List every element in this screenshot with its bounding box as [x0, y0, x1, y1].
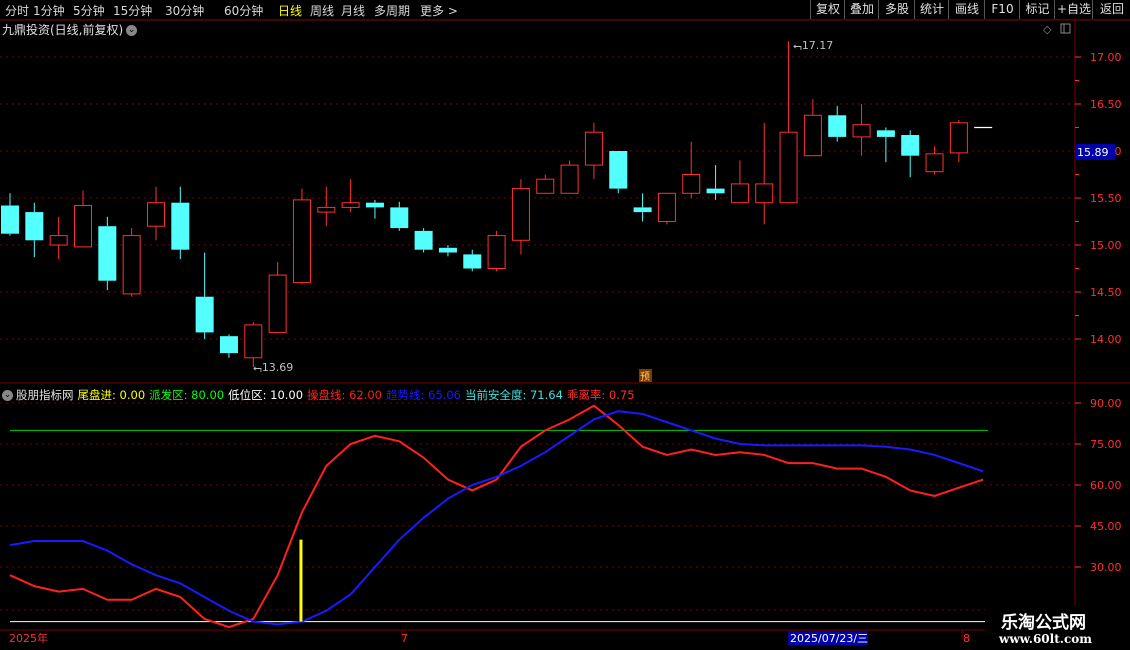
- series-line-blue: [9, 410, 984, 626]
- candle[interactable]: [560, 160, 579, 194]
- indicator-tick-label: 75.00: [1090, 438, 1122, 451]
- indicator-value-5: 当前安全度: 71.64: [464, 388, 563, 402]
- candle[interactable]: [901, 130, 920, 178]
- price-tick-label: 17.00: [1090, 51, 1122, 64]
- candle[interactable]: [49, 216, 68, 260]
- diamond-icon[interactable]: ◇: [1043, 23, 1052, 36]
- candle[interactable]: [98, 216, 117, 291]
- indicator-value-0: 尾盘进: 0.00: [77, 388, 146, 402]
- series-line-red: [9, 404, 984, 629]
- indicator-value-4: 趋势线: 65.06: [386, 388, 461, 402]
- candle[interactable]: [73, 190, 92, 248]
- indicator-name: 股朋指标网: [16, 388, 74, 402]
- forecast-marker-text: 预: [640, 371, 650, 383]
- indicator-value-3: 操盘线: 62.00: [307, 388, 382, 402]
- candle[interactable]: [219, 334, 238, 358]
- candle[interactable]: [779, 41, 798, 204]
- candle[interactable]: [1, 193, 19, 236]
- candle[interactable]: [609, 151, 628, 194]
- candle[interactable]: [949, 119, 968, 163]
- low-price-label: ⮢13.69: [253, 361, 293, 374]
- high-price-label: ⮢17.17: [793, 39, 833, 52]
- indicator-value-2: 低位区: 10.00: [228, 388, 304, 402]
- candle[interactable]: [925, 146, 944, 175]
- watermark-url: www.60lt.com: [999, 632, 1092, 646]
- candle[interactable]: [730, 160, 749, 204]
- candle[interactable]: [317, 186, 336, 227]
- candle[interactable]: [25, 202, 44, 258]
- candle[interactable]: [365, 199, 384, 219]
- price-tick-label: 15.00: [1090, 239, 1122, 252]
- price-tick-label: 15.50: [1090, 192, 1122, 205]
- candle[interactable]: [682, 141, 701, 198]
- candle[interactable]: [195, 252, 214, 339]
- candle[interactable]: [511, 179, 530, 255]
- candle[interactable]: [852, 104, 871, 156]
- price-tick-label: 14.50: [1090, 286, 1122, 299]
- indicator-tick-label: 60.00: [1090, 479, 1122, 492]
- watermark-title: 乐淘公式网: [1001, 613, 1086, 633]
- chart-area: 17.0016.5016.0015.5015.0014.5014.00 90.0…: [0, 19, 1130, 650]
- chevron-down-icon[interactable]: ⌄: [2, 390, 13, 401]
- candle[interactable]: [876, 127, 895, 163]
- crosshair-date: 2025/07/23/三: [790, 632, 868, 645]
- candle[interactable]: [390, 201, 409, 231]
- candle[interactable]: [292, 188, 311, 285]
- indicator-value-1: 派发区: 80.00: [149, 388, 225, 402]
- candle[interactable]: [487, 230, 506, 272]
- x-label-month-8: 8: [963, 632, 970, 645]
- candle[interactable]: [706, 165, 725, 200]
- candle[interactable]: [414, 228, 433, 253]
- candle[interactable]: [828, 105, 847, 142]
- candle[interactable]: [122, 228, 141, 297]
- indicator-value-6: 乖离率: 0.75: [566, 388, 635, 402]
- x-label-month-7: 7: [401, 632, 408, 645]
- x-label-year: 2025年: [9, 631, 48, 645]
- current-price-text: 15.89: [1077, 146, 1109, 159]
- price-tick-label: 16.50: [1090, 98, 1122, 111]
- candle[interactable]: [438, 245, 457, 257]
- candle[interactable]: [146, 186, 165, 241]
- price-tick-label: 14.00: [1090, 333, 1122, 346]
- indicator-tick-label: 45.00: [1090, 520, 1122, 533]
- candle[interactable]: [755, 122, 774, 225]
- panel-layout-icon[interactable]: [1060, 23, 1071, 34]
- watermark: 乐淘公式网 www.60lt.com: [985, 606, 1130, 650]
- indicator-tick-label: 90.00: [1090, 397, 1122, 410]
- indicator-tick-label: 30.00: [1090, 561, 1122, 574]
- candle[interactable]: [657, 192, 676, 225]
- candle[interactable]: [341, 179, 360, 213]
- candle[interactable]: [536, 174, 555, 194]
- candle[interactable]: [463, 249, 482, 272]
- candle[interactable]: [584, 122, 603, 180]
- candle[interactable]: [268, 261, 287, 333]
- candle[interactable]: [803, 99, 822, 157]
- indicator-legend: ⌄ 股朋指标网 尾盘进: 0.00 派发区: 80.00 低位区: 10.00 操盘线: …: [2, 387, 643, 403]
